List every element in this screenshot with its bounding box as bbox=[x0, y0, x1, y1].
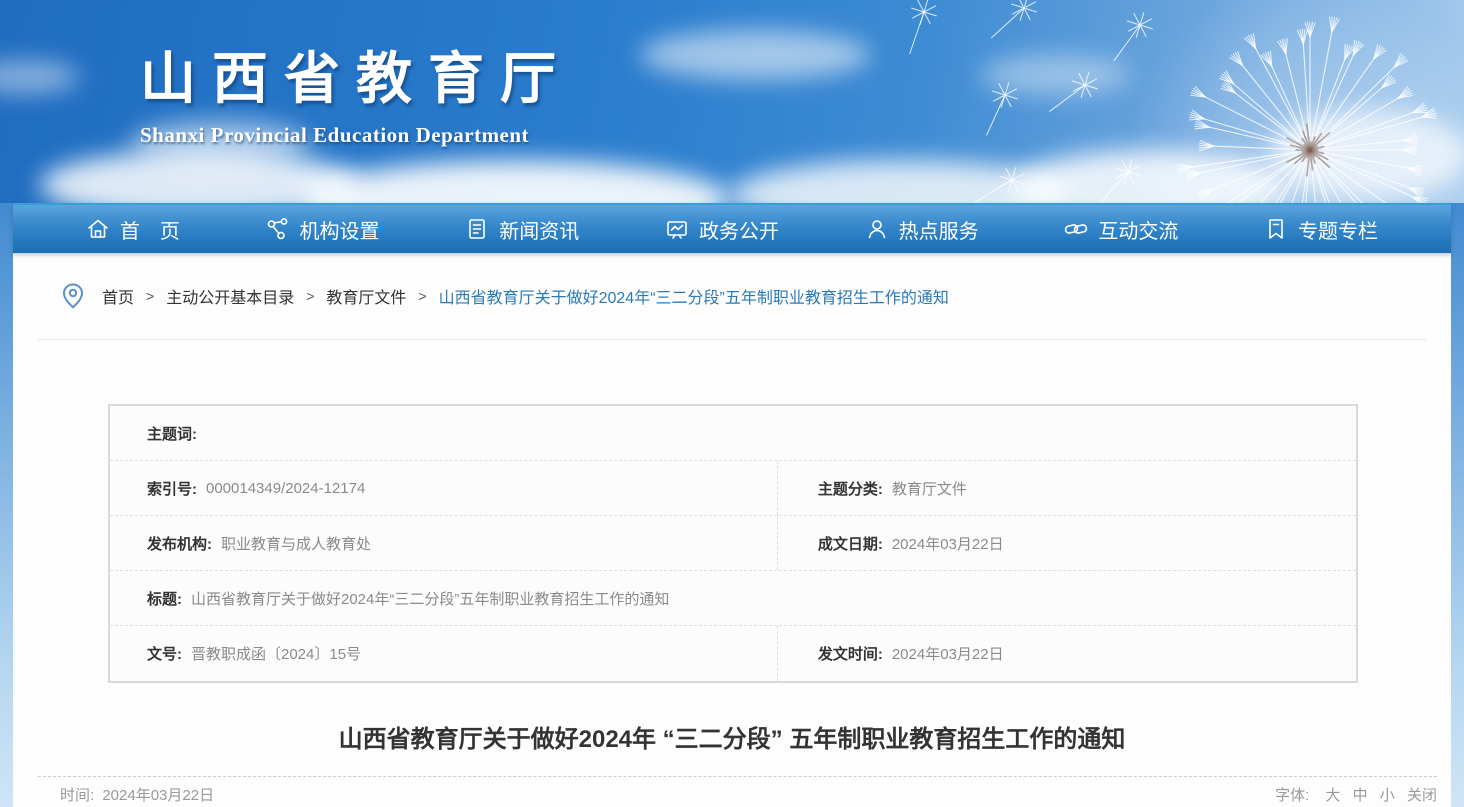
document-meta-table: 主题词: 索引号: 000014349/2024-12174 主题分类: 教育厅… bbox=[108, 404, 1358, 683]
breadcrumb: 首页 > 主动公开基本目录 > 教育厅文件 > 山西省教育厅关于做好2024年“… bbox=[13, 253, 1451, 339]
meta-row-issuing-agency: 发布机构: 职业教育与成人教育处 成文日期: 2024年03月22日 bbox=[110, 516, 1356, 571]
interaction-link-icon bbox=[1064, 217, 1088, 241]
meta-value: 教育厅文件 bbox=[892, 478, 967, 499]
breadcrumb-home[interactable]: 首页 bbox=[102, 284, 134, 308]
org-structure-icon bbox=[266, 217, 290, 241]
gov-affairs-board-icon bbox=[665, 217, 689, 241]
breadcrumb-catalog[interactable]: 主动公开基本目录 bbox=[166, 284, 294, 308]
font-size-controls: 字体: 大 中 小 关闭 bbox=[1275, 784, 1437, 805]
special-topics-bookmark-icon bbox=[1264, 217, 1288, 241]
meta-value: 2024年03月22日 bbox=[892, 643, 1004, 664]
meta-label: 发文时间: bbox=[818, 643, 883, 664]
meta-label: 文号: bbox=[147, 643, 182, 664]
nav-item-interaction[interactable]: 互动交流 bbox=[1064, 215, 1178, 244]
publish-time: 时间: 2024年03月22日 bbox=[60, 784, 214, 805]
meta-value: 职业教育与成人教育处 bbox=[221, 533, 371, 554]
nav-item-home[interactable]: 首 页 bbox=[86, 215, 180, 244]
site-title: 山西省教育厅 bbox=[140, 34, 572, 115]
cloud-decor bbox=[640, 30, 870, 80]
font-label: 字体: bbox=[1275, 787, 1309, 804]
news-document-icon bbox=[465, 217, 489, 241]
breadcrumb-current-page[interactable]: 山西省教育厅关于做好2024年“三二分段”五年制职业教育招生工作的通知 bbox=[439, 284, 949, 308]
meta-value: 晋教职成函〔2024〕15号 bbox=[191, 643, 361, 664]
nav-item-news[interactable]: 新闻资讯 bbox=[465, 215, 579, 244]
document-title: 山西省教育厅关于做好2024年 “三二分段” 五年制职业教育招生工作的通知 bbox=[53, 719, 1411, 754]
site-logo[interactable]: 山西省教育厅 Shanxi Provincial Education Depar… bbox=[140, 34, 572, 148]
breadcrumb-separator: > bbox=[146, 288, 154, 304]
dandelion-illustration bbox=[864, 0, 1464, 203]
meta-row-subject-words: 主题词: bbox=[110, 406, 1356, 461]
time-value: 2024年03月22日 bbox=[102, 787, 214, 804]
breadcrumb-separator: > bbox=[418, 288, 426, 304]
meta-row-index-number: 索引号: 000014349/2024-12174 主题分类: 教育厅文件 bbox=[110, 461, 1356, 516]
nav-item-services[interactable]: 热点服务 bbox=[865, 215, 979, 244]
font-size-small-button[interactable]: 小 bbox=[1380, 787, 1395, 804]
meta-label: 标题: bbox=[147, 588, 182, 609]
main-nav: 首 页 机构设置 新闻资讯 政务公开 热点服务 bbox=[13, 203, 1451, 253]
cloud-decor bbox=[0, 60, 80, 94]
font-size-medium-button[interactable]: 中 bbox=[1353, 787, 1368, 804]
meta-row-doc-number: 文号: 晋教职成函〔2024〕15号 发文时间: 2024年03月22日 bbox=[110, 626, 1356, 681]
meta-label: 发布机构: bbox=[147, 533, 212, 554]
cloud-decor bbox=[300, 160, 730, 203]
breadcrumb-divider bbox=[38, 339, 1426, 340]
content-container: 首 页 机构设置 新闻资讯 政务公开 热点服务 bbox=[13, 203, 1451, 807]
hot-services-person-icon bbox=[865, 217, 889, 241]
close-button[interactable]: 关闭 bbox=[1407, 787, 1437, 804]
meta-label: 主题词: bbox=[147, 423, 197, 444]
meta-row-title: 标题: 山西省教育厅关于做好2024年“三二分段”五年制职业教育招生工作的通知 bbox=[110, 571, 1356, 626]
meta-value: 山西省教育厅关于做好2024年“三二分段”五年制职业教育招生工作的通知 bbox=[191, 588, 669, 609]
breadcrumb-dept-files[interactable]: 教育厅文件 bbox=[326, 284, 406, 308]
article-footer-bar: 时间: 2024年03月22日 字体: 大 中 小 关闭 bbox=[38, 776, 1437, 805]
page-root: 山西省教育厅 Shanxi Provincial Education Depar… bbox=[0, 0, 1464, 807]
meta-value: 2024年03月22日 bbox=[892, 533, 1004, 554]
meta-label: 成文日期: bbox=[818, 533, 883, 554]
meta-label: 索引号: bbox=[147, 478, 197, 499]
home-icon bbox=[86, 217, 110, 241]
breadcrumb-separator: > bbox=[306, 288, 314, 304]
font-size-large-button[interactable]: 大 bbox=[1325, 787, 1340, 804]
time-label: 时间: bbox=[60, 787, 94, 804]
nav-item-topics[interactable]: 专题专栏 bbox=[1264, 215, 1378, 244]
location-pin-icon bbox=[60, 282, 86, 310]
nav-item-gov[interactable]: 政务公开 bbox=[665, 215, 779, 244]
nav-item-org[interactable]: 机构设置 bbox=[266, 215, 380, 244]
header-banner: 山西省教育厅 Shanxi Provincial Education Depar… bbox=[0, 0, 1464, 203]
site-title-english: Shanxi Provincial Education Department bbox=[140, 123, 572, 148]
meta-label: 主题分类: bbox=[818, 478, 883, 499]
meta-value: 000014349/2024-12174 bbox=[206, 480, 365, 497]
